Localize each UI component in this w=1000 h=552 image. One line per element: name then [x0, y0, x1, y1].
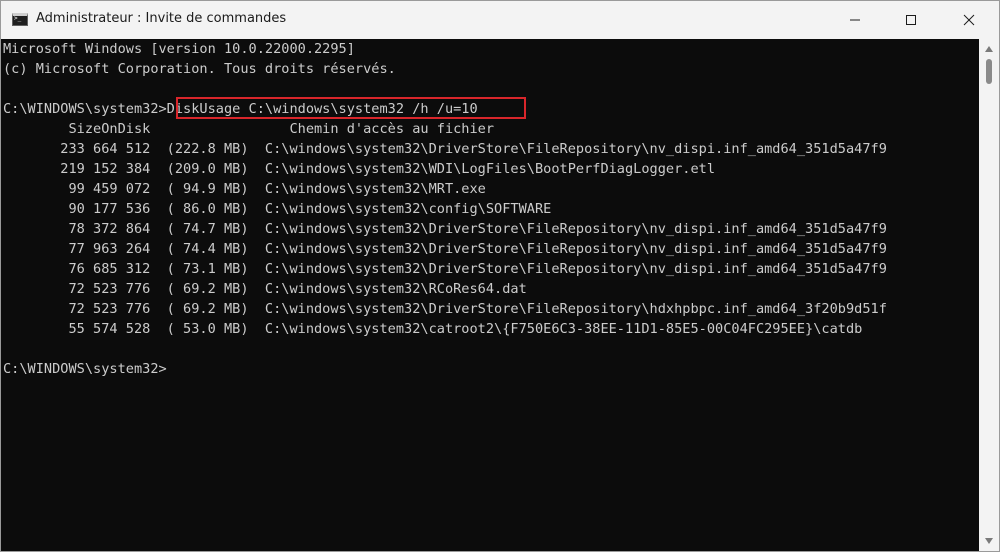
column-header-line: SizeOnDisk Chemin d'accès au fichier	[3, 121, 495, 137]
result-row: 78 372 864 ( 74.7 MB) C:\windows\system3…	[3, 221, 887, 237]
result-row: 76 685 312 ( 73.1 MB) C:\windows\system3…	[3, 261, 887, 277]
result-row: 219 152 384 (209.0 MB) C:\windows\system…	[3, 161, 716, 177]
maximize-icon	[906, 15, 916, 25]
result-row: 55 574 528 ( 53.0 MB) C:\windows\system3…	[3, 321, 863, 337]
result-row: 90 177 536 ( 86.0 MB) C:\windows\system3…	[3, 201, 552, 217]
maximize-button[interactable]	[888, 1, 934, 39]
triangle-up-icon	[985, 46, 993, 52]
scroll-up-button[interactable]	[979, 41, 999, 57]
scrollbar-thumb[interactable]	[986, 59, 992, 84]
minimize-button[interactable]	[832, 1, 878, 39]
result-row: 72 523 776 ( 69.2 MB) C:\windows\system3…	[3, 301, 887, 317]
result-row: 99 459 072 ( 94.9 MB) C:\windows\system3…	[3, 181, 486, 197]
title-bar[interactable]: >_ Administrateur : Invite de commandes	[1, 1, 999, 39]
minimize-icon	[850, 19, 860, 21]
window-title: Administrateur : Invite de commandes	[36, 11, 287, 26]
prompt-line: C:\WINDOWS\system32>	[3, 361, 167, 377]
triangle-down-icon	[985, 538, 993, 544]
result-row: 77 963 264 ( 74.4 MB) C:\windows\system3…	[3, 241, 887, 257]
console-line: Microsoft Windows [version 10.0.22000.22…	[3, 41, 355, 57]
console-output[interactable]: Microsoft Windows [version 10.0.22000.22…	[1, 39, 979, 551]
result-row: 233 664 512 (222.8 MB) C:\windows\system…	[3, 141, 887, 157]
vertical-scrollbar[interactable]	[979, 39, 999, 551]
scroll-down-button[interactable]	[979, 533, 999, 549]
command-highlight-box	[176, 97, 526, 119]
result-row: 72 523 776 ( 69.2 MB) C:\windows\system3…	[3, 281, 527, 297]
close-icon	[963, 14, 975, 26]
cmd-window: >_ Administrateur : Invite de commandes …	[0, 0, 1000, 552]
cmd-icon: >_	[12, 13, 28, 26]
console-line: (c) Microsoft Corporation. Tous droits r…	[3, 61, 396, 77]
close-button[interactable]	[946, 1, 992, 39]
